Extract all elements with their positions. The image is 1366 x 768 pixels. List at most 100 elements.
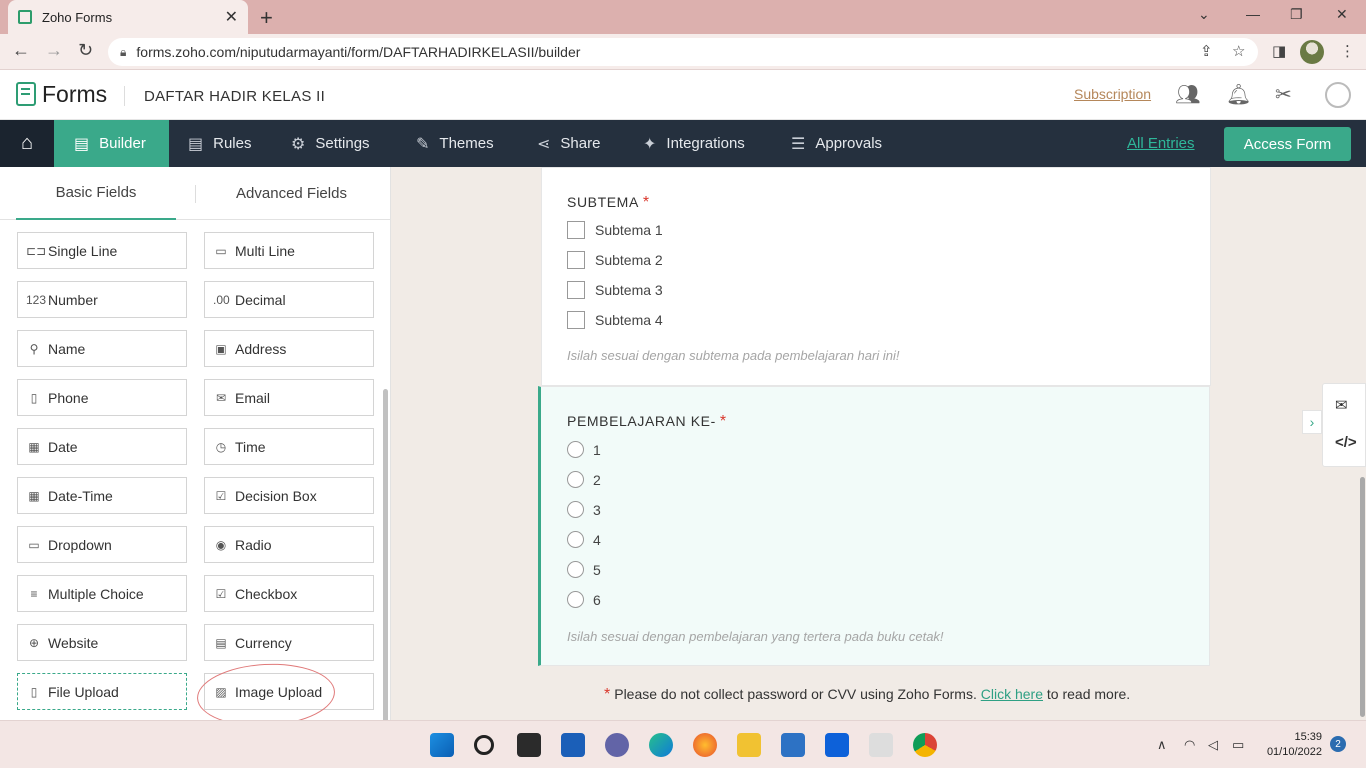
new-tab-icon[interactable]: + <box>260 5 273 31</box>
user-avatar[interactable] <box>1325 82 1351 108</box>
builder-icon: ▤ <box>74 135 90 153</box>
back-icon[interactable]: ← <box>12 40 30 61</box>
tab-basic-fields[interactable]: Basic Fields <box>16 167 176 220</box>
chrome-menu-icon[interactable]: ⋮ <box>1340 42 1355 60</box>
chat-icon[interactable] <box>605 733 629 757</box>
minimize-icon[interactable]: — <box>1246 6 1260 22</box>
search-icon[interactable] <box>474 735 494 755</box>
forward-icon[interactable]: → <box>45 40 63 61</box>
nav-approvals[interactable]: ☰ Approvals <box>775 120 898 167</box>
chevron-up-icon[interactable]: ∧ <box>1157 737 1167 753</box>
nav-themes[interactable]: ✎ Themes <box>400 120 510 167</box>
field-radio[interactable]: ◉ Radio <box>204 526 374 563</box>
home-icon[interactable]: ⌂ <box>0 120 54 167</box>
chevron-right-icon[interactable]: › <box>1302 410 1322 434</box>
field-multiple-choice[interactable]: ≡ Multiple Choice <box>17 575 187 612</box>
browser-profile-avatar[interactable] <box>1300 40 1324 64</box>
nav-settings[interactable]: ⚙ Settings <box>275 120 386 167</box>
checkbox-option[interactable]: Subtema 4 <box>567 311 663 329</box>
field-currency[interactable]: ▤ Currency <box>204 624 374 661</box>
radio-circle[interactable] <box>567 591 584 608</box>
radio-option[interactable]: 6 <box>567 591 601 608</box>
windows-start-icon[interactable] <box>430 733 454 757</box>
field-website[interactable]: ⊕ Website <box>17 624 187 661</box>
field-decimal[interactable]: .00 Decimal <box>204 281 374 318</box>
field-card-subtema[interactable]: SUBTEMA * Subtema 1 Subtema 2 Subtema 3 S… <box>541 167 1211 386</box>
edge-icon[interactable] <box>649 733 673 757</box>
file-explorer-icon[interactable] <box>737 733 761 757</box>
radio-circle[interactable] <box>567 441 584 458</box>
radio-option[interactable]: 1 <box>567 441 601 458</box>
dropbox-icon[interactable] <box>825 733 849 757</box>
field-time[interactable]: ◷ Time <box>204 428 374 465</box>
radio-circle[interactable] <box>567 501 584 518</box>
radio-option[interactable]: 4 <box>567 531 601 548</box>
checkbox-box[interactable] <box>567 311 585 329</box>
field-date-time[interactable]: ▦ Date-Time <box>17 477 187 514</box>
radio-circle[interactable] <box>567 471 584 488</box>
field-single-line[interactable]: ⊏⊐ Single Line <box>17 232 187 269</box>
field-card-pembelajaran[interactable]: PEMBELAJARAN KE- * 1 2 3 4 5 6 Isilah ses… <box>538 386 1210 666</box>
field-phone[interactable]: ▯ Phone <box>17 379 187 416</box>
widgets-icon[interactable] <box>561 733 585 757</box>
radio-circle[interactable] <box>567 561 584 578</box>
window-close-icon[interactable]: ✕ <box>1336 6 1348 23</box>
browser-tab[interactable]: Zoho Forms ✕ <box>8 0 248 34</box>
field-number[interactable]: 123 Number <box>17 281 187 318</box>
palette-scrollbar[interactable] <box>383 389 388 764</box>
radio-option[interactable]: 2 <box>567 471 601 488</box>
field-dropdown[interactable]: ▭ Dropdown <box>17 526 187 563</box>
canvas-scrollbar[interactable] <box>1360 477 1365 717</box>
all-entries-link[interactable]: All Entries <box>1127 135 1195 152</box>
field-checkbox[interactable]: ☑ Checkbox <box>204 575 374 612</box>
radio-option[interactable]: 3 <box>567 501 601 518</box>
field-address[interactable]: ▣ Address <box>204 330 374 367</box>
field-email[interactable]: ✉ Email <box>204 379 374 416</box>
volume-icon[interactable]: ◁ <box>1208 737 1218 753</box>
mail-icon[interactable]: ✉ <box>1335 396 1348 414</box>
task-view-icon[interactable] <box>517 733 541 757</box>
notification-badge[interactable]: 2 <box>1330 736 1346 752</box>
bookmark-star-icon[interactable]: ☆ <box>1232 42 1245 60</box>
tools-icon[interactable]: ✂ <box>1275 82 1292 107</box>
field-multi-line[interactable]: ▭ Multi Line <box>204 232 374 269</box>
field-decision-box[interactable]: ☑ Decision Box <box>204 477 374 514</box>
subscription-link[interactable]: Subscription <box>1074 86 1151 102</box>
system-clock[interactable]: 15:39 01/10/2022 <box>1262 730 1322 760</box>
field-type-icon: ▯ <box>30 684 38 699</box>
close-tab-icon[interactable]: ✕ <box>225 7 238 27</box>
checkbox-option[interactable]: Subtema 1 <box>567 221 663 239</box>
checkbox-option[interactable]: Subtema 2 <box>567 251 663 269</box>
checkbox-box[interactable] <box>567 251 585 269</box>
reload-icon[interactable]: ↻ <box>78 40 93 61</box>
checkbox-box[interactable] <box>567 221 585 239</box>
battery-icon[interactable]: ▭ <box>1232 737 1244 753</box>
click-here-link[interactable]: Click here <box>981 686 1043 702</box>
radio-option[interactable]: 5 <box>567 561 601 578</box>
checkbox-box[interactable] <box>567 281 585 299</box>
mail-app-icon[interactable] <box>781 733 805 757</box>
restore-icon[interactable]: ❐ <box>1290 6 1303 23</box>
tab-advanced-fields[interactable]: Advanced Fields <box>210 167 373 220</box>
team-icon[interactable]: 👥︎ <box>1175 82 1200 107</box>
nav-share[interactable]: ⋖ Share <box>521 120 616 167</box>
field-date[interactable]: ▦ Date <box>17 428 187 465</box>
wifi-icon[interactable]: ◠ <box>1184 737 1195 753</box>
side-panel-icon[interactable]: ◨ <box>1272 42 1286 60</box>
amazon-icon[interactable] <box>869 733 893 757</box>
field-file-upload[interactable]: ▯ File Upload <box>17 673 187 710</box>
share-page-icon[interactable]: ⇪ <box>1200 42 1213 60</box>
chrome-icon[interactable] <box>913 733 937 757</box>
access-form-button[interactable]: Access Form <box>1224 127 1351 161</box>
nav-rules[interactable]: ▤ Rules <box>172 120 267 167</box>
firefox-icon[interactable] <box>693 733 717 757</box>
field-name[interactable]: ⚲ Name <box>17 330 187 367</box>
embed-code-icon[interactable]: </> <box>1335 434 1357 451</box>
bell-icon[interactable]: 🔔︎ <box>1226 82 1251 107</box>
tab-search-icon[interactable]: ⌄ <box>1198 6 1210 23</box>
radio-circle[interactable] <box>567 531 584 548</box>
checkbox-option[interactable]: Subtema 3 <box>567 281 663 299</box>
nav-integrations[interactable]: ✦ Integrations <box>627 120 761 167</box>
url-omnibox[interactable]: 🔒︎ forms.zoho.com/niputudarmayanti/form/… <box>108 38 1258 66</box>
nav-builder[interactable]: ▤ Builder <box>54 120 169 167</box>
